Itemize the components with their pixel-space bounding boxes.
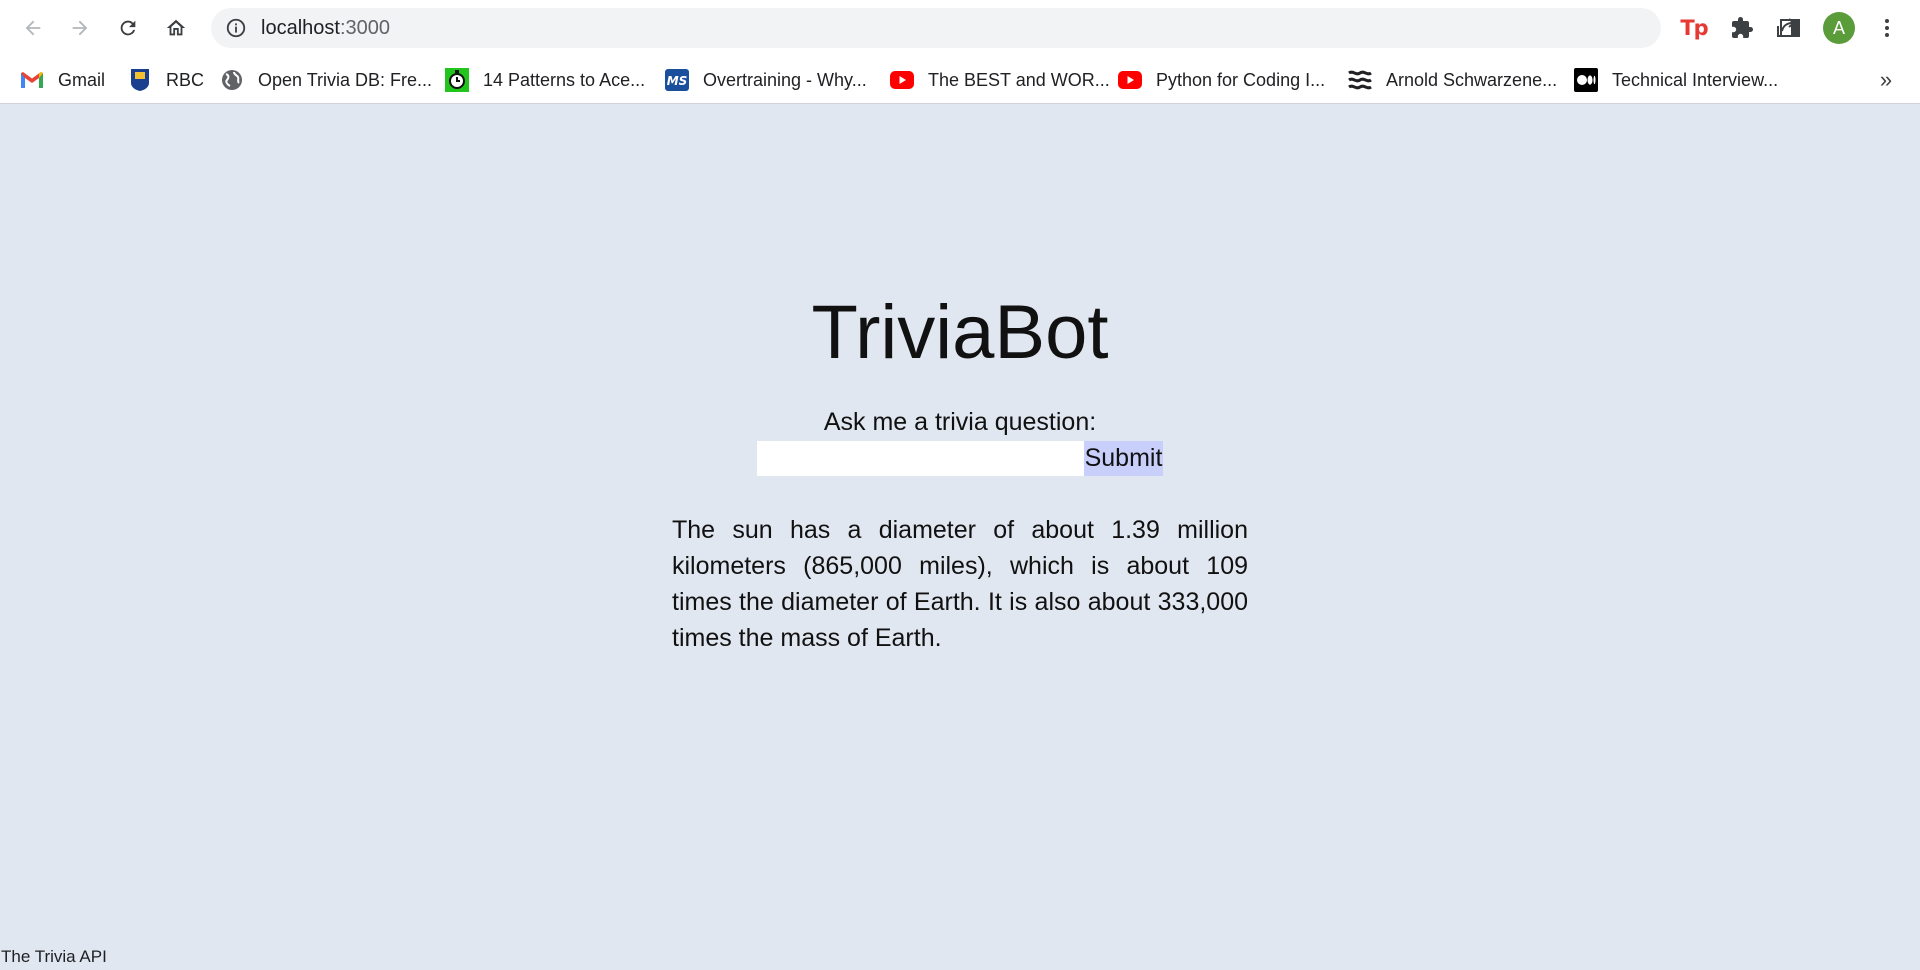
bookmark-technical-interview[interactable]: Technical Interview...	[1574, 62, 1778, 98]
submit-button[interactable]: Submit	[1084, 441, 1163, 476]
bookmark-label: The BEST and WOR...	[928, 69, 1110, 90]
bookmark-label: 14 Patterns to Ace...	[483, 69, 646, 90]
globe-icon	[220, 68, 244, 92]
url-text[interactable]: localhost:3000	[261, 8, 390, 48]
gmail-icon	[20, 68, 44, 92]
svg-text:MS: MS	[667, 74, 688, 88]
home-icon	[166, 19, 186, 36]
bookmark-python-coding[interactable]: Python for Coding I...	[1118, 62, 1325, 98]
bookmarks-bar: Gmail RBC Open Trivia DB: Fre... 14 Patt…	[0, 56, 1920, 104]
question-input[interactable]	[757, 441, 1084, 476]
reload-button[interactable]	[108, 8, 148, 48]
side-panel-icon	[1780, 19, 1800, 37]
youtube-icon	[1118, 68, 1142, 92]
browser-menu-button[interactable]	[1869, 10, 1905, 46]
info-icon[interactable]	[225, 17, 247, 39]
side-panel-button[interactable]	[1772, 10, 1808, 46]
bookmark-label: Python for Coding I...	[1156, 69, 1326, 90]
footer-credit: The Trivia API	[1, 947, 107, 966]
bookmark-label: Open Trivia DB: Fre...	[258, 69, 433, 90]
bookmark-best-and-worst[interactable]: The BEST and WOR...	[890, 62, 1110, 98]
wave-icon	[1348, 68, 1372, 92]
bookmark-14-patterns[interactable]: 14 Patterns to Ace...	[445, 62, 645, 98]
bookmark-rbc[interactable]: RBC	[128, 62, 204, 98]
medium-icon	[1574, 68, 1598, 92]
bookmark-label: Overtraining - Why...	[703, 69, 867, 90]
bookmark-label: Arnold Schwarzene...	[1386, 69, 1558, 90]
home-button[interactable]	[156, 8, 196, 48]
url-port: :3000	[339, 17, 390, 39]
youtube-icon	[890, 68, 914, 92]
bookmark-overtraining[interactable]: MS Overtraining - Why...	[665, 62, 867, 98]
back-button[interactable]	[13, 8, 53, 48]
tp-extension-icon[interactable]: Tp	[1676, 10, 1712, 46]
address-bar[interactable]: localhost:3000	[211, 8, 1844, 48]
bookmark-arnold[interactable]: Arnold Schwarzene...	[1348, 62, 1557, 98]
ms-icon: MS	[665, 68, 689, 92]
bookmarks-overflow-chevron-icon[interactable]: »	[1872, 66, 1900, 94]
bookmark-label: RBC	[166, 69, 205, 90]
bookmark-gmail[interactable]: Gmail	[20, 62, 105, 98]
rbc-icon	[128, 68, 152, 92]
browser-toolbar: localhost:3000 Tp A	[0, 0, 1920, 56]
back-arrow-icon	[25, 20, 41, 36]
bookmark-label: Technical Interview...	[1612, 69, 1779, 90]
profile-avatar[interactable]: A	[1823, 12, 1855, 44]
reload-icon	[120, 20, 136, 36]
stopwatch-icon	[445, 68, 469, 92]
forward-button[interactable]	[60, 8, 100, 48]
bookmark-label: Gmail	[58, 69, 106, 90]
kebab-menu-icon	[1885, 19, 1889, 37]
answer-text: The sun has a diameter of about 1.39 mil…	[672, 516, 1248, 652]
url-host: localhost	[261, 17, 340, 39]
question-prompt-label: Ask me a trivia question:	[823, 408, 1097, 436]
bookmark-open-trivia-db[interactable]: Open Trivia DB: Fre...	[220, 62, 432, 98]
forward-arrow-icon	[72, 20, 88, 36]
page-title: TriviaBot	[811, 290, 1109, 375]
puzzle-icon	[1732, 17, 1753, 38]
extensions-button[interactable]	[1724, 10, 1760, 46]
